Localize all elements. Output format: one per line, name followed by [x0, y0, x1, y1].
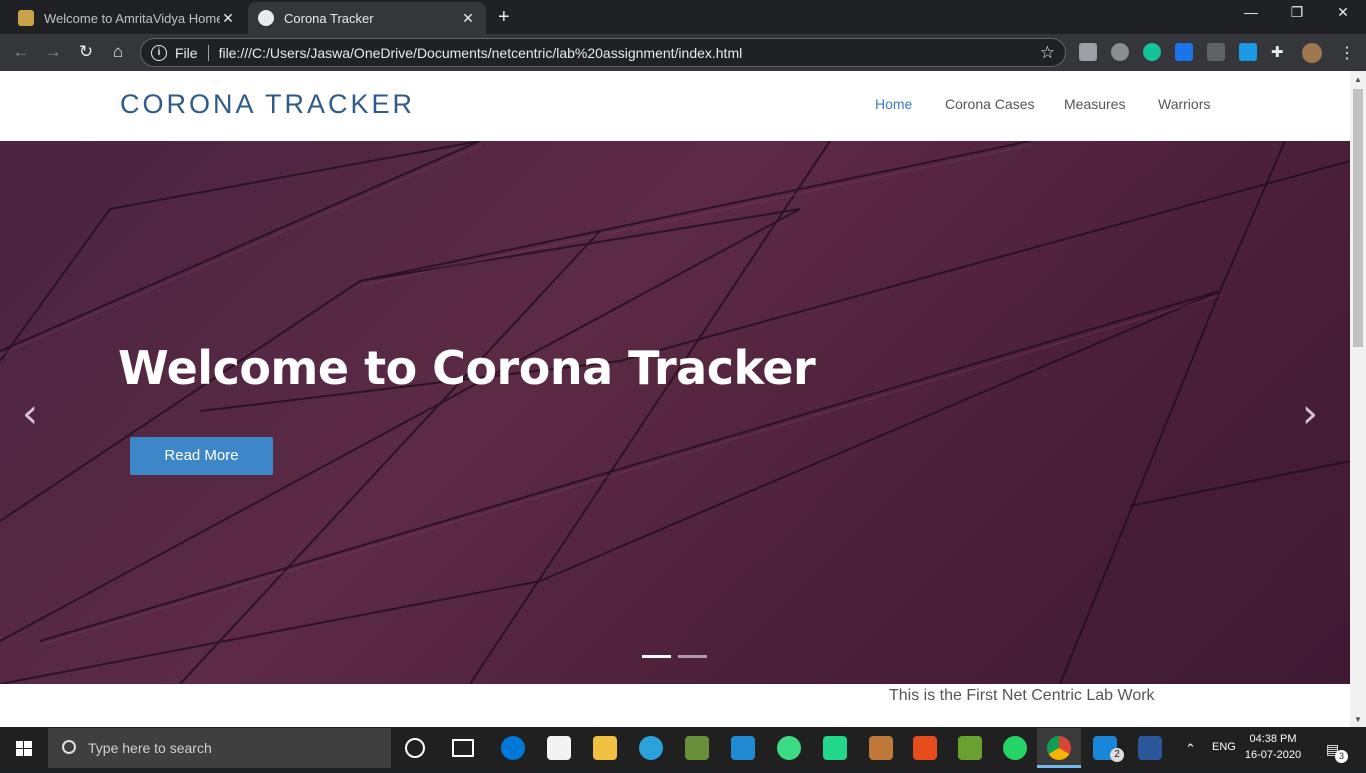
vscode-icon[interactable]: [731, 736, 755, 760]
page-scrollbar[interactable]: ▲ ▼: [1350, 71, 1366, 727]
windows-taskbar: Type here to search 2 ⌃ ENG 04:38 PM 16-…: [0, 728, 1366, 768]
task-view-icon[interactable]: [452, 739, 474, 757]
tray-expand-icon[interactable]: ⌃: [1185, 741, 1196, 757]
extensions-puzzle-icon[interactable]: ✚: [1271, 43, 1289, 61]
site-header: CORONA TRACKER Home Corona Cases Measure…: [0, 71, 1350, 141]
url-text[interactable]: file:///C:/Users/Jaswa/OneDrive/Document…: [219, 45, 1040, 61]
nav-warriors[interactable]: Warriors: [1158, 96, 1210, 112]
tab-amritavidya[interactable]: Welcome to AmritaVidya Home ✕: [8, 2, 246, 34]
hero-background-pattern: [0, 141, 1350, 684]
whatsapp-icon[interactable]: [1003, 736, 1027, 760]
office-icon[interactable]: [913, 736, 937, 760]
extension-icon[interactable]: [1079, 43, 1097, 61]
clock-time: 04:38 PM: [1249, 733, 1297, 745]
carousel-indicator-2[interactable]: [678, 655, 707, 658]
search-icon: [62, 740, 76, 754]
amrita-favicon-icon: [18, 10, 34, 26]
minimize-icon[interactable]: —: [1228, 4, 1274, 20]
mail-badge: 2: [1110, 748, 1124, 762]
app-icon[interactable]: [958, 736, 982, 760]
android-studio-icon[interactable]: [777, 736, 801, 760]
menu-kebab-icon[interactable]: ⋮: [1338, 43, 1356, 62]
browser-toolbar: ← → ↻ ⌂ i File file:///C:/Users/Jaswa/On…: [0, 34, 1366, 71]
app-icon[interactable]: [869, 736, 893, 760]
clock-date: 16-07-2020: [1244, 749, 1302, 761]
grammarly-icon[interactable]: [1143, 43, 1161, 61]
restore-icon[interactable]: ❐: [1274, 4, 1320, 21]
windows-logo-icon: [16, 741, 32, 756]
cortana-icon[interactable]: [405, 738, 425, 758]
tab-corona-tracker[interactable]: Corona Tracker ✕: [248, 2, 486, 34]
close-tab-icon[interactable]: ✕: [220, 10, 236, 27]
scrollbar-thumb[interactable]: [1353, 89, 1363, 347]
file-explorer-icon[interactable]: [593, 736, 617, 760]
back-icon[interactable]: ←: [10, 41, 32, 63]
address-separator: [207, 44, 209, 61]
scroll-down-icon[interactable]: ▼: [1354, 715, 1362, 724]
hero-title: Welcome to Corona Tracker: [118, 341, 816, 395]
bookmark-star-icon[interactable]: ☆: [1040, 43, 1055, 63]
taskbar-search[interactable]: Type here to search: [48, 728, 391, 768]
browser-tabstrip: Welcome to AmritaVidya Home ✕ Corona Tra…: [0, 0, 1366, 34]
carousel-prev-icon[interactable]: ‹: [22, 391, 38, 437]
tab-title: Welcome to AmritaVidya Home: [44, 10, 220, 26]
nav-measures[interactable]: Measures: [1064, 96, 1125, 112]
site-brand[interactable]: CORONA TRACKER: [120, 89, 415, 120]
forward-icon[interactable]: →: [42, 41, 64, 63]
start-button[interactable]: [0, 728, 48, 768]
search-placeholder: Type here to search: [88, 740, 212, 756]
store-icon[interactable]: [547, 736, 571, 760]
reload-icon[interactable]: ↻: [75, 41, 97, 63]
close-window-icon[interactable]: ✕: [1320, 4, 1366, 21]
carousel-indicator-1[interactable]: [642, 655, 671, 658]
chrome-taskbar-button[interactable]: [1037, 728, 1081, 768]
nav-corona-cases[interactable]: Corona Cases: [945, 96, 1035, 112]
word-icon[interactable]: [1138, 736, 1162, 760]
extension-icon[interactable]: [1111, 43, 1129, 61]
clock[interactable]: 04:38 PM 16-07-2020: [1243, 731, 1303, 763]
web-page: CORONA TRACKER Home Corona Cases Measure…: [0, 71, 1350, 727]
extension-icon[interactable]: [1175, 43, 1193, 61]
extension-icon[interactable]: [1207, 43, 1225, 61]
notification-badge: 3: [1335, 750, 1348, 763]
extension-icon[interactable]: [1239, 43, 1257, 61]
chrome-icon: [1047, 736, 1071, 760]
page-favicon-icon: [258, 10, 274, 26]
close-tab-icon[interactable]: ✕: [460, 10, 476, 27]
intro-text: This is the First Net Centric Lab Work: [889, 687, 1155, 704]
nav-home[interactable]: Home: [875, 96, 912, 112]
hero-carousel: Welcome to Corona Tracker Read More ‹ ›: [0, 141, 1350, 684]
scheme-label: File: [175, 44, 198, 61]
carousel-next-icon[interactable]: ›: [1302, 391, 1318, 437]
read-more-button[interactable]: Read More: [130, 437, 273, 475]
edge-icon[interactable]: [501, 736, 525, 760]
address-bar[interactable]: i File file:///C:/Users/Jaswa/OneDrive/D…: [140, 38, 1066, 67]
profile-avatar[interactable]: [1302, 43, 1322, 63]
pycharm-icon[interactable]: [823, 736, 847, 760]
tab-title: Corona Tracker: [284, 10, 374, 26]
home-icon[interactable]: ⌂: [107, 41, 129, 63]
new-tab-button[interactable]: +: [498, 6, 510, 29]
app-icon[interactable]: [685, 736, 709, 760]
site-info-icon[interactable]: i: [151, 44, 167, 61]
language-indicator[interactable]: ENG: [1212, 741, 1236, 753]
scroll-up-icon[interactable]: ▲: [1354, 75, 1362, 84]
telegram-icon[interactable]: [639, 736, 663, 760]
